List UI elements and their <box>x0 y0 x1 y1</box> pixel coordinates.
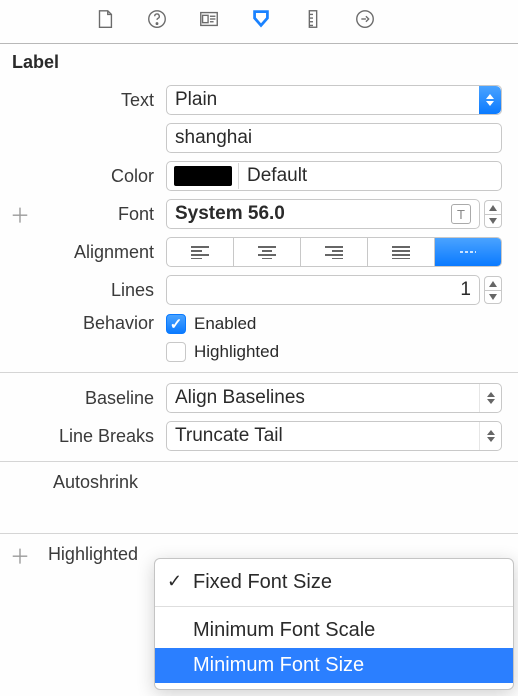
color-swatch[interactable] <box>171 163 239 189</box>
stepper-down-icon[interactable] <box>484 214 502 228</box>
row-lines: Lines 1 <box>0 271 518 309</box>
download-icon[interactable] <box>250 8 272 35</box>
color-select[interactable]: Default <box>166 161 502 191</box>
row-autoshrink: Autoshrink <box>0 468 518 497</box>
baseline-select[interactable]: Align Baselines <box>166 383 502 413</box>
row-behavior-enabled: Behavior Enabled <box>0 309 518 338</box>
text-type-value: Plain <box>175 89 217 111</box>
row-behavior-highlighted: Highlighted <box>0 338 518 366</box>
file-icon[interactable] <box>94 8 116 35</box>
section-header-label: Label <box>0 44 518 81</box>
alignment-segmented[interactable] <box>166 237 502 267</box>
font-size-stepper[interactable] <box>484 200 502 228</box>
dropdown-caps-icon <box>479 384 501 412</box>
font-picker-icon[interactable]: T <box>451 204 471 224</box>
highlighted-checkbox[interactable] <box>166 342 186 362</box>
size-icon[interactable] <box>302 8 324 35</box>
dropdown-caps-icon <box>479 86 501 114</box>
align-natural-button[interactable] <box>435 238 501 266</box>
highlighted-label: Highlighted <box>194 342 279 362</box>
row-text-type: Text Plain <box>0 81 518 119</box>
baseline-value: Align Baselines <box>175 387 305 409</box>
divider <box>0 372 518 373</box>
align-justify-button[interactable] <box>368 238 435 266</box>
label-highlighted: ＋ Highlighted <box>0 544 150 565</box>
label-baseline: Baseline <box>0 388 166 409</box>
identity-icon[interactable] <box>198 8 220 35</box>
row-color: Color Default <box>0 157 518 195</box>
align-right-button[interactable] <box>301 238 368 266</box>
label-lines: Lines <box>0 280 166 301</box>
menu-separator <box>155 606 513 607</box>
linebreaks-value: Truncate Tail <box>175 425 283 447</box>
align-center-button[interactable] <box>234 238 301 266</box>
label-autoshrink: Autoshrink <box>0 472 150 493</box>
enabled-checkbox[interactable] <box>166 314 186 334</box>
add-font-button[interactable]: ＋ <box>10 200 30 229</box>
add-highlighted-button[interactable]: ＋ <box>10 540 30 569</box>
font-field[interactable]: System 56.0 T <box>166 199 480 229</box>
stepper-up-icon[interactable] <box>484 276 502 290</box>
connections-icon[interactable] <box>354 8 376 35</box>
text-type-select[interactable]: Plain <box>166 85 502 115</box>
row-font: ＋ Font System 56.0 T <box>0 195 518 233</box>
linebreaks-select[interactable]: Truncate Tail <box>166 421 502 451</box>
lines-stepper[interactable] <box>484 276 502 304</box>
color-value: Default <box>239 165 307 187</box>
help-icon[interactable] <box>146 8 168 35</box>
row-linebreaks: Line Breaks Truncate Tail <box>0 417 518 455</box>
lines-value: 1 <box>460 279 471 301</box>
label-behavior: Behavior <box>0 313 166 334</box>
label-text: Text <box>0 90 166 111</box>
enabled-label: Enabled <box>194 314 256 334</box>
divider <box>0 533 518 534</box>
menu-item-minimum-font-size[interactable]: Minimum Font Size <box>155 648 513 683</box>
text-value-input[interactable]: shanghai <box>166 123 502 153</box>
divider <box>0 461 518 462</box>
row-alignment: Alignment <box>0 233 518 271</box>
dropdown-caps-icon <box>479 162 501 190</box>
font-value: System 56.0 <box>175 203 285 225</box>
text-value: shanghai <box>175 127 252 149</box>
row-baseline: Baseline Align Baselines <box>0 379 518 417</box>
stepper-up-icon[interactable] <box>484 200 502 214</box>
label-linebreaks: Line Breaks <box>0 426 166 447</box>
autoshrink-menu: Fixed Font Size Minimum Font Scale Minim… <box>154 558 514 690</box>
lines-input[interactable]: 1 <box>166 275 480 305</box>
menu-item-minimum-font-scale[interactable]: Minimum Font Scale <box>155 613 513 648</box>
label-font: ＋ Font <box>0 204 166 225</box>
menu-item-fixed-font-size[interactable]: Fixed Font Size <box>155 565 513 600</box>
label-alignment: Alignment <box>0 242 166 263</box>
align-left-button[interactable] <box>167 238 234 266</box>
inspector-toolbar <box>0 0 518 44</box>
label-color: Color <box>0 166 166 187</box>
stepper-down-icon[interactable] <box>484 290 502 304</box>
dropdown-caps-icon <box>479 422 501 450</box>
row-text-value: shanghai <box>0 119 518 157</box>
